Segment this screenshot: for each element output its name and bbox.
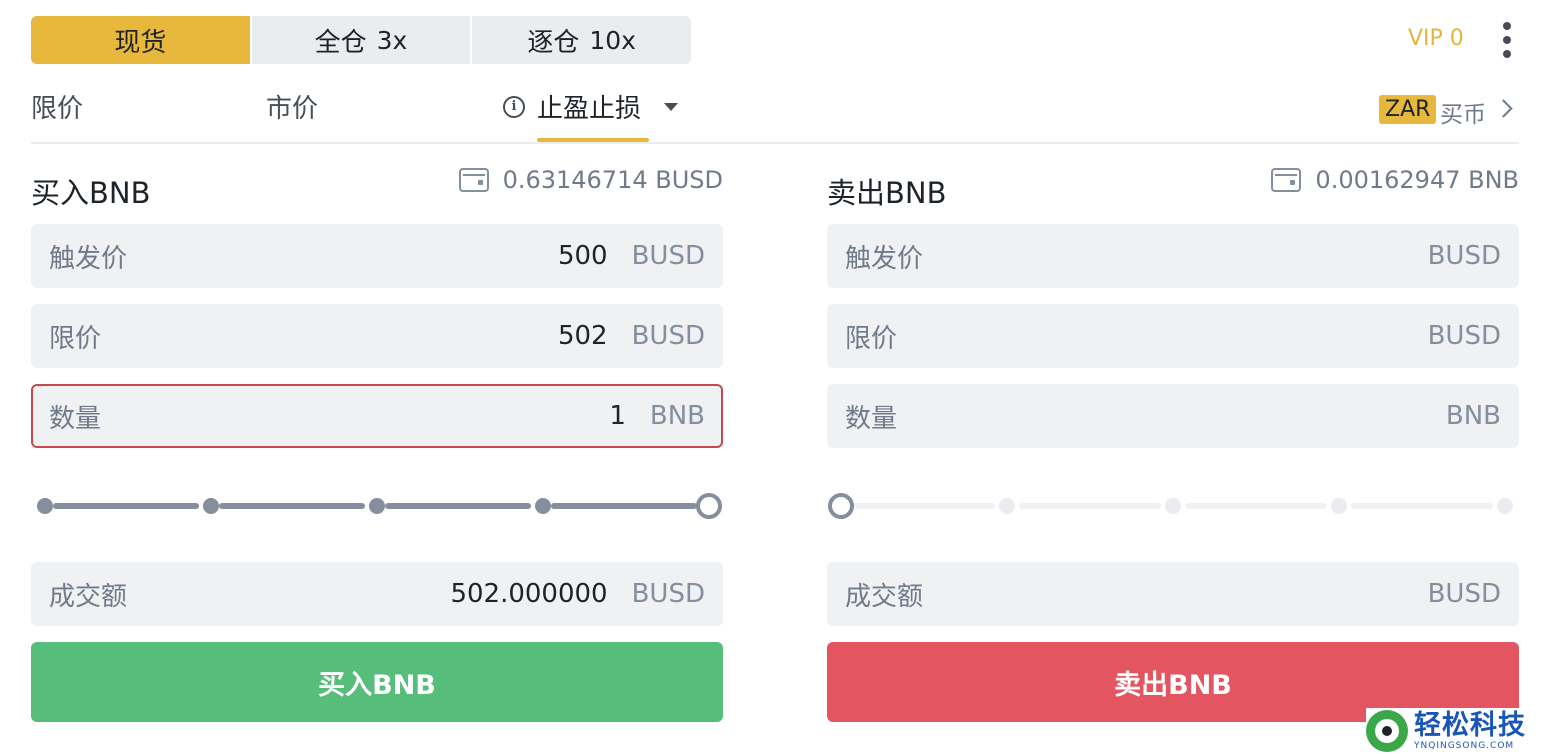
slider-step-50[interactable]	[369, 498, 385, 514]
slider-step-75[interactable]	[535, 498, 551, 514]
slider-track-segment	[1351, 503, 1493, 509]
field-unit: BNB	[1445, 401, 1501, 431]
field-unit: BUSD	[631, 321, 705, 351]
slider-handle[interactable]	[828, 493, 854, 519]
buy-amount-input[interactable]: 数量 1 BNB	[31, 384, 723, 448]
sell-amount-input[interactable]: 数量 BNB	[827, 384, 1519, 448]
buy-balance-value: 0.63146714 BUSD	[502, 166, 723, 194]
sell-limit-price-input[interactable]: 限价 BUSD	[827, 304, 1519, 368]
slider-step-50[interactable]	[1165, 498, 1181, 514]
sell-panel-title: 卖出BNB	[827, 176, 947, 210]
field-unit: BUSD	[1427, 579, 1501, 609]
sell-trigger-price-input[interactable]: 触发价 BUSD	[827, 224, 1519, 288]
buy-percent-slider[interactable]	[31, 490, 723, 522]
field-value: 1	[609, 401, 626, 431]
field-unit: BUSD	[1427, 321, 1501, 351]
field-value: 502	[557, 321, 608, 351]
watermark-title: 轻松科技	[1414, 710, 1526, 741]
slider-step-25[interactable]	[203, 498, 219, 514]
slider-track-segment	[53, 503, 199, 509]
slider-track-segment	[385, 503, 531, 509]
field-label: 数量	[49, 403, 102, 434]
watermark-logo-icon	[1366, 710, 1408, 752]
slider-step-75[interactable]	[1331, 498, 1347, 514]
buy-panel-title: 买入BNB	[31, 176, 151, 210]
buy-total-input[interactable]: 成交额 502.000000 BUSD	[31, 562, 723, 626]
sell-percent-slider[interactable]	[827, 490, 1519, 522]
slider-track-segment	[219, 503, 365, 509]
field-value: 500	[557, 241, 608, 271]
sell-balance-value: 0.00162947 BNB	[1315, 166, 1519, 194]
slider-track-segment	[1019, 503, 1161, 509]
field-label: 限价	[845, 323, 898, 354]
field-unit: BUSD	[631, 241, 705, 271]
field-value: 502.000000	[450, 579, 608, 609]
field-unit: BUSD	[1427, 241, 1501, 271]
buy-trigger-price-input[interactable]: 触发价 500 BUSD	[31, 224, 723, 288]
field-label: 成交额	[49, 581, 128, 612]
buy-panel: 买入BNB 0.63146714 BUSD 触发价 500 BUSD 限价 50…	[31, 0, 723, 754]
sell-available-balance: 0.00162947 BNB	[1271, 166, 1519, 194]
field-label: 触发价	[49, 243, 128, 274]
buy-limit-price-input[interactable]: 限价 502 BUSD	[31, 304, 723, 368]
field-label: 数量	[845, 403, 898, 434]
slider-track-segment	[1185, 503, 1327, 509]
field-unit: BUSD	[631, 579, 705, 609]
site-watermark: 轻松科技 YNQINGSONG.COM	[1366, 708, 1550, 754]
slider-track-segment	[551, 503, 697, 509]
watermark-subtitle: YNQINGSONG.COM	[1414, 741, 1515, 751]
slider-step-0[interactable]	[37, 498, 53, 514]
slider-step-100[interactable]	[1497, 498, 1513, 514]
sell-panel: 卖出BNB 0.00162947 BNB 触发价 BUSD 限价 BUSD 数量…	[827, 0, 1519, 754]
field-label: 限价	[49, 323, 102, 354]
slider-track-segment	[853, 503, 995, 509]
buy-bnb-button[interactable]: 买入BNB	[31, 642, 723, 722]
wallet-icon	[1271, 168, 1302, 192]
buy-available-balance: 0.63146714 BUSD	[458, 166, 723, 194]
field-unit: BNB	[649, 401, 705, 431]
wallet-icon	[458, 168, 489, 192]
slider-step-25[interactable]	[999, 498, 1015, 514]
field-label: 触发价	[845, 243, 924, 274]
field-label: 成交额	[845, 581, 924, 612]
sell-total-input[interactable]: 成交额 BUSD	[827, 562, 1519, 626]
slider-handle[interactable]	[696, 493, 722, 519]
